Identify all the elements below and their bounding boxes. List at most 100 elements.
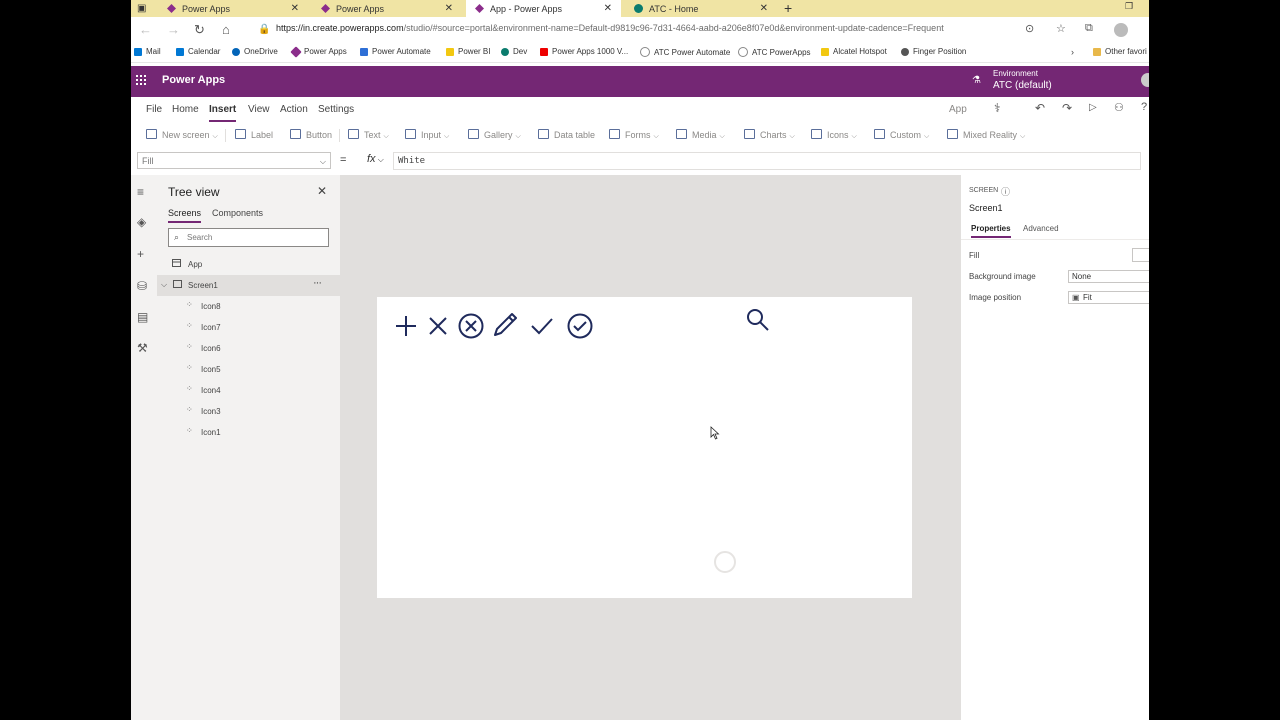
cancel-icon[interactable] [428, 316, 448, 336]
favorite-item[interactable]: Power Apps [290, 45, 347, 58]
database-icon[interactable]: ⛁ [137, 279, 147, 293]
new-tab-button[interactable]: + [784, 0, 792, 16]
new-screen-button[interactable]: New screen ⌵ [146, 129, 218, 141]
layers-icon[interactable]: ◈ [137, 215, 146, 229]
tab-components[interactable]: Components [212, 208, 263, 218]
media-icon[interactable]: ▤ [137, 310, 148, 324]
tracking-icon[interactable]: ⊙ [1025, 22, 1034, 35]
play-icon[interactable]: ▷ [1089, 102, 1097, 113]
tree-item-icon[interactable]: ⁘ Icon5 [157, 359, 340, 380]
favorite-item[interactable]: Power Apps 1000 V... [540, 47, 628, 56]
restore-window-icon[interactable]: ❐ [1125, 1, 1133, 12]
share-person-icon[interactable]: ⚇ [1114, 101, 1124, 114]
waffle-icon[interactable] [136, 75, 146, 85]
app-checker-label[interactable]: App [949, 104, 967, 115]
user-avatar[interactable] [1141, 73, 1149, 87]
tree-item-icon[interactable]: ⁘ Icon4 [157, 380, 340, 401]
environment-value[interactable]: ATC (default) [993, 80, 1052, 91]
property-dropdown[interactable]: Fill ⌵ [137, 152, 331, 169]
tree-item-icon[interactable]: ⁘ Icon7 [157, 317, 340, 338]
fx-button[interactable]: fx ⌵ [367, 153, 384, 165]
favorite-item[interactable]: ATC PowerApps [738, 47, 811, 57]
app-screen[interactable] [377, 297, 912, 598]
menu-view[interactable]: View [248, 104, 270, 115]
label-button[interactable]: Label [235, 129, 273, 140]
control-name[interactable]: Screen1 [969, 203, 1003, 213]
refresh-icon[interactable]: ↻ [194, 22, 205, 38]
media-dropdown[interactable]: Media ⌵ [676, 129, 725, 141]
custom-dropdown[interactable]: Custom ⌵ [874, 129, 929, 141]
icons-dropdown[interactable]: Icons ⌵ [811, 129, 857, 141]
profile-avatar[interactable] [1114, 23, 1128, 37]
tree-item-screen1[interactable]: ⌵ Screen1 ··· [157, 275, 340, 296]
help-icon[interactable]: ? [1141, 101, 1147, 113]
tree-item-app[interactable]: App [157, 254, 340, 275]
hamburger-icon[interactable]: ≡ [137, 185, 144, 199]
forward-icon[interactable]: → [167, 22, 180, 37]
tree-item-icon[interactable]: ⁘ Icon3 [157, 401, 340, 422]
back-icon[interactable]: ← [139, 22, 152, 37]
chevron-right-icon[interactable]: › [1071, 47, 1074, 57]
browser-tab-1[interactable]: Power Apps ✕ [158, 0, 308, 17]
search-icon[interactable] [746, 308, 770, 332]
cancel-badge-icon[interactable] [458, 313, 484, 339]
more-options-icon[interactable]: ··· [313, 277, 322, 289]
text-dropdown[interactable]: Text ⌵ [348, 129, 389, 141]
tree-item-icon[interactable]: ⁘ Icon1 [157, 422, 340, 443]
collections-icon[interactable]: ⧉ [1085, 22, 1093, 35]
gallery-dropdown[interactable]: Gallery ⌵ [468, 129, 521, 141]
undo-icon[interactable]: ↶ [1035, 101, 1045, 115]
close-icon[interactable]: ✕ [445, 3, 453, 14]
chevron-down-icon[interactable]: ⌵ [161, 280, 167, 290]
menu-action[interactable]: Action [280, 104, 308, 115]
plus-icon[interactable]: + [137, 247, 144, 261]
tree-item-icon[interactable]: ⁘ Icon6 [157, 338, 340, 359]
stethoscope-icon[interactable]: ⚕ [994, 101, 1001, 115]
favorite-item[interactable]: Calendar [176, 47, 220, 56]
favorite-item[interactable]: Power BI [446, 47, 490, 56]
favorite-item[interactable]: Mail [134, 47, 161, 56]
background-image-dropdown[interactable]: None [1068, 270, 1149, 283]
browser-tab-3[interactable]: App - Power Apps ✕ [466, 0, 621, 17]
fill-color-picker[interactable] [1132, 248, 1149, 262]
image-position-dropdown[interactable]: ▣ Fit [1068, 291, 1149, 304]
redo-icon[interactable]: ↷ [1062, 101, 1072, 115]
close-icon[interactable]: ✕ [291, 3, 299, 14]
favorites-star-icon[interactable]: ☆ [1056, 22, 1066, 35]
url-field[interactable]: https://in.create.powerapps.com/studio/#… [276, 23, 944, 33]
button-button[interactable]: Button [290, 129, 332, 140]
tree-item-icon[interactable]: ⁘ Icon8 [157, 296, 340, 317]
menu-settings[interactable]: Settings [318, 104, 354, 115]
browser-tab-4[interactable]: ATC - Home ✕ [625, 0, 777, 17]
tab-advanced[interactable]: Advanced [1023, 224, 1059, 233]
forms-dropdown[interactable]: Forms ⌵ [609, 129, 659, 141]
check-badge-icon[interactable] [567, 313, 593, 339]
favorite-item[interactable]: Power Automate [360, 47, 431, 56]
favorite-item[interactable]: Finger Position [901, 47, 966, 56]
close-icon[interactable]: ✕ [760, 3, 768, 14]
tab-properties[interactable]: Properties [971, 224, 1011, 238]
formula-input[interactable]: White [393, 152, 1141, 170]
tab-actions-icon[interactable]: ▣ [137, 3, 146, 14]
favorite-item[interactable]: Alcatel Hotspot [821, 47, 887, 56]
favorite-item[interactable]: Dev [501, 47, 527, 56]
close-icon[interactable]: ✕ [604, 3, 612, 14]
menu-insert[interactable]: Insert [209, 104, 237, 122]
add-icon[interactable] [394, 314, 418, 338]
data-table-button[interactable]: Data table [538, 129, 595, 140]
tab-screens[interactable]: Screens [168, 208, 202, 223]
mixed-reality-dropdown[interactable]: Mixed Reality ⌵ [947, 129, 1025, 141]
favorite-item[interactable]: OneDrive [232, 47, 278, 56]
menu-home[interactable]: Home [172, 104, 199, 115]
tools-icon[interactable]: ⚒ [137, 341, 148, 355]
close-icon[interactable]: ✕ [317, 184, 327, 198]
home-icon[interactable]: ⌂ [222, 22, 230, 37]
edit-icon[interactable] [492, 312, 518, 338]
check-icon[interactable] [530, 316, 554, 336]
charts-dropdown[interactable]: Charts ⌵ [744, 129, 795, 141]
input-dropdown[interactable]: Input ⌵ [405, 129, 449, 141]
search-input[interactable]: ⌕ Search [168, 228, 329, 247]
favorite-item[interactable]: ATC Power Automate [640, 47, 730, 57]
info-icon[interactable]: ⓘ [1001, 185, 1010, 198]
menu-file[interactable]: File [146, 104, 162, 115]
